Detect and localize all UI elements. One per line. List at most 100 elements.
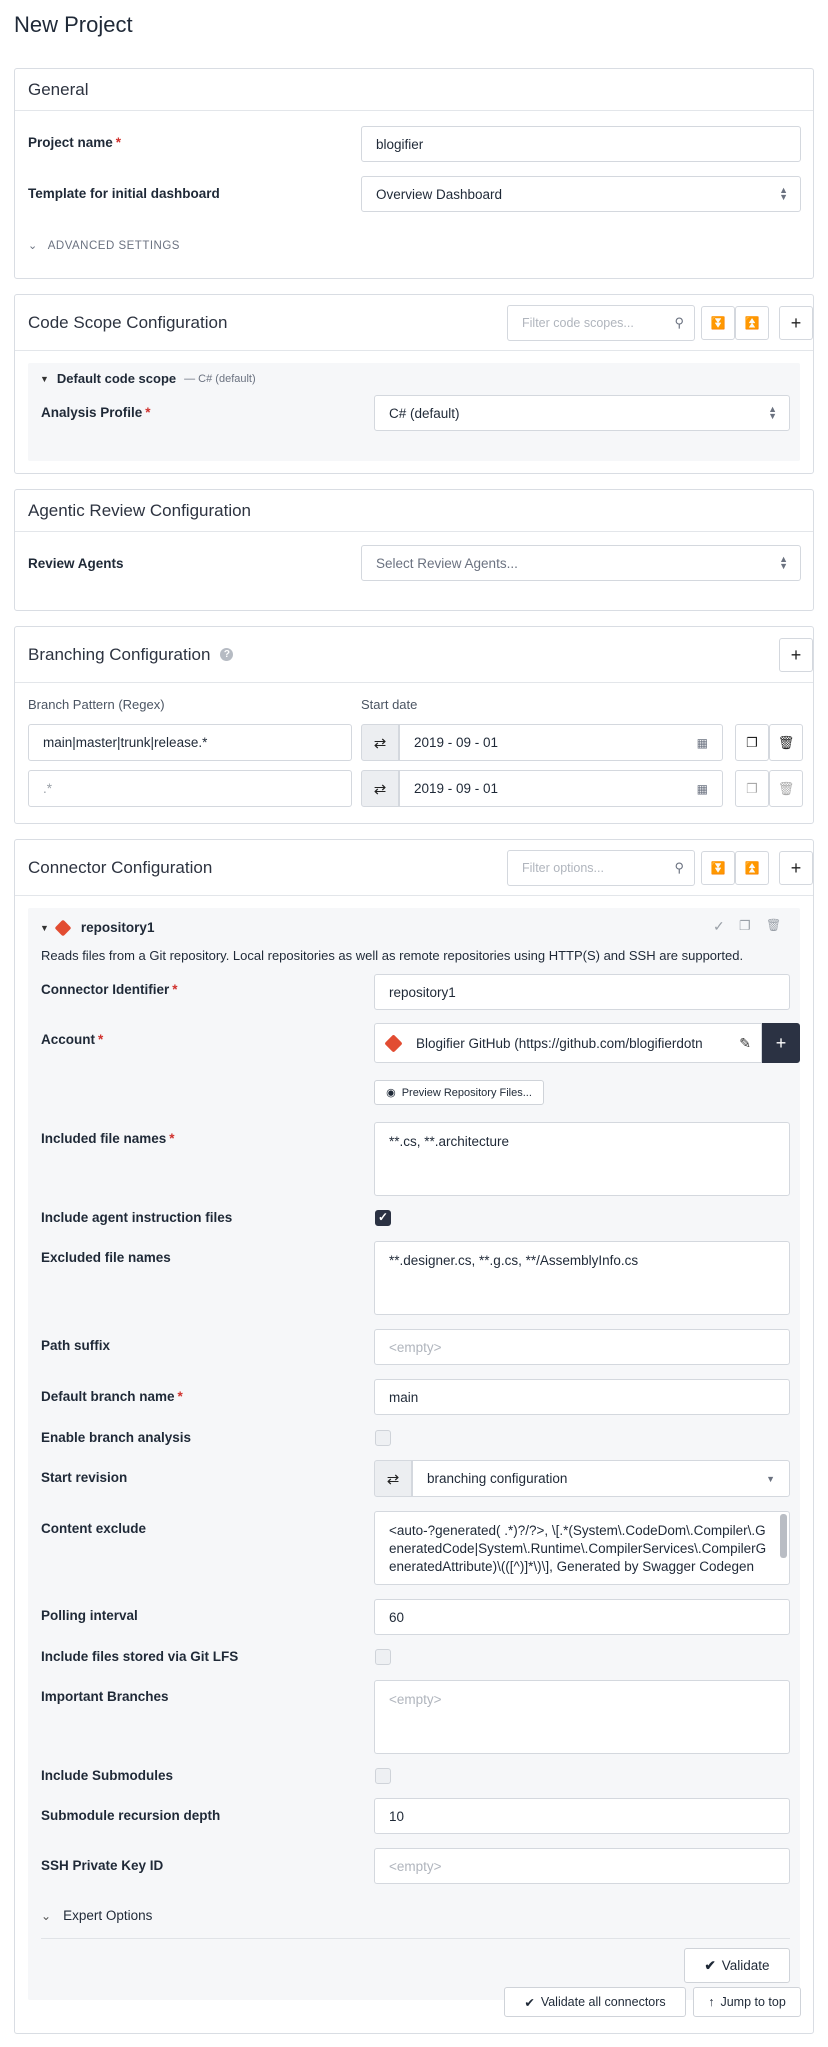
plus-icon: + bbox=[790, 312, 802, 333]
connector-panel: Connector Configuration Filter options..… bbox=[14, 839, 814, 2034]
identifier-input[interactable]: repository1 bbox=[374, 974, 790, 1010]
trash-icon[interactable]: 🗑 bbox=[766, 918, 781, 932]
template-select[interactable]: Overview Dashboard ▲ ▼ bbox=[361, 176, 801, 212]
swap-date-button[interactable]: ⇄ bbox=[361, 724, 399, 761]
validate-all-button[interactable]: ✔ Validate all connectors bbox=[504, 1987, 686, 2017]
agent-files-checkbox[interactable]: ✓ bbox=[375, 1210, 391, 1226]
git-lfs-checkbox[interactable] bbox=[375, 1649, 391, 1665]
default-branch-label: Default branch name bbox=[41, 1389, 175, 1404]
add-code-scope-button[interactable]: + bbox=[779, 306, 813, 340]
project-name-input[interactable]: blogifier bbox=[361, 126, 801, 162]
code-scope-filter[interactable]: Filter code scopes... ⚲ bbox=[507, 305, 695, 341]
add-branch-button[interactable]: + bbox=[779, 638, 813, 672]
expand-all-button[interactable]: ⏬ bbox=[701, 306, 735, 340]
copy-branch-button[interactable]: ❐ bbox=[735, 770, 769, 807]
search-icon: ⚲ bbox=[674, 315, 684, 330]
recursion-depth-label: Submodule recursion depth bbox=[41, 1808, 221, 1823]
start-revision-select[interactable]: branching configuration ▼ bbox=[412, 1460, 790, 1497]
connector-name: repository1 bbox=[80, 920, 155, 935]
ssh-key-label: SSH Private Key ID bbox=[41, 1858, 164, 1873]
caret-down-icon: ▼ bbox=[40, 373, 49, 384]
branch-analysis-label: Enable branch analysis bbox=[41, 1430, 192, 1445]
double-chevron-up-icon: ⏫ bbox=[744, 316, 760, 330]
branch-analysis-checkbox[interactable] bbox=[375, 1430, 391, 1446]
git-lfs-label: Include files stored via Git LFS bbox=[41, 1649, 239, 1664]
start-date-input[interactable]: 2019 - 09 - 01 ▦ bbox=[399, 770, 723, 807]
ssh-key-input[interactable]: <empty> bbox=[374, 1848, 790, 1884]
swap-icon: ⇄ bbox=[386, 1470, 400, 1488]
code-scope-hint: — C# (default) bbox=[184, 372, 256, 385]
caret-down-icon: ▼ bbox=[40, 922, 49, 933]
analysis-profile-select[interactable]: C# (default) ▲ ▼ bbox=[374, 395, 790, 431]
branch-pattern-input[interactable]: main|master|trunk|release.* bbox=[28, 724, 352, 761]
copy-branch-button[interactable]: ❐ bbox=[735, 724, 769, 761]
branch-pattern-input[interactable]: .* bbox=[28, 770, 352, 807]
review-agents-label: Review Agents bbox=[28, 556, 124, 571]
trash-icon: 🗑 bbox=[777, 734, 795, 750]
expand-all-button[interactable]: ⏬ bbox=[701, 851, 735, 885]
default-branch-input[interactable]: main bbox=[374, 1379, 790, 1415]
collapse-all-button[interactable]: ⏫ bbox=[735, 851, 769, 885]
expert-options-toggle[interactable]: ⌄ Expert Options bbox=[41, 1908, 152, 1923]
check-icon[interactable]: ✓ bbox=[713, 918, 725, 935]
start-date-input[interactable]: 2019 - 09 - 01 ▦ bbox=[399, 724, 723, 761]
agentic-header: Agentic Review Configuration bbox=[15, 490, 813, 532]
content-exclude-textarea[interactable]: <auto-?generated( .*)?/?>, \[.*(System\.… bbox=[374, 1511, 790, 1585]
trash-icon: 🗑 bbox=[777, 780, 795, 796]
delete-branch-button[interactable]: 🗑 bbox=[769, 770, 803, 807]
branching-panel: Branching Configuration? + Branch Patter… bbox=[14, 626, 814, 824]
arrow-up-icon: ↑ bbox=[708, 1995, 715, 2009]
textarea-scrollbar[interactable] bbox=[780, 1514, 787, 1558]
jump-to-top-button[interactable]: ↑ Jump to top bbox=[693, 1987, 801, 2017]
connector-filter[interactable]: Filter options... ⚲ bbox=[507, 850, 695, 886]
help-icon[interactable]: ? bbox=[220, 648, 234, 661]
included-files-label: Included file names bbox=[41, 1131, 167, 1146]
chevron-down-icon: ⌄ bbox=[41, 1908, 52, 1923]
submodules-checkbox[interactable] bbox=[375, 1768, 391, 1784]
git-icon bbox=[384, 1033, 403, 1053]
important-branches-textarea[interactable]: <empty> bbox=[374, 1680, 790, 1754]
required-marker: * bbox=[145, 405, 151, 420]
delete-branch-button[interactable]: 🗑 bbox=[769, 724, 803, 761]
content-exclude-label: Content exclude bbox=[41, 1521, 147, 1536]
connector-toggle[interactable]: ▼ repository1 bbox=[40, 919, 155, 936]
general-header: General bbox=[15, 69, 813, 111]
review-agents-select[interactable]: Select Review Agents... ▲ ▼ bbox=[361, 545, 801, 581]
chevron-down-icon: ⌄ bbox=[28, 240, 38, 252]
add-connector-button[interactable]: + bbox=[779, 851, 813, 885]
code-scope-panel: Code Scope Configuration Filter code sco… bbox=[14, 294, 814, 474]
identifier-label: Connector Identifier bbox=[41, 982, 170, 997]
collapse-all-button[interactable]: ⏫ bbox=[735, 306, 769, 340]
required-marker: * bbox=[115, 135, 122, 150]
recursion-depth-input[interactable]: 10 bbox=[374, 1798, 790, 1834]
polling-interval-input[interactable]: 60 bbox=[374, 1599, 790, 1635]
excluded-files-label: Excluded file names bbox=[41, 1250, 171, 1265]
excluded-files-textarea[interactable]: **.designer.cs, **.g.cs, **/AssemblyInfo… bbox=[374, 1241, 790, 1315]
pencil-icon[interactable]: ✎ bbox=[739, 1035, 751, 1052]
check-icon: ✔ bbox=[524, 1995, 535, 2010]
validate-button[interactable]: ✔ Validate bbox=[684, 1948, 790, 1983]
agentic-panel: Agentic Review Configuration Review Agen… bbox=[14, 489, 814, 611]
code-scope-item: ▼ Default code scope — C# (default) Analys… bbox=[28, 363, 800, 461]
start-revision-label: Start revision bbox=[41, 1470, 128, 1485]
preview-repository-button[interactable]: ◉ Preview Repository Files... bbox=[374, 1080, 544, 1105]
submodules-label: Include Submodules bbox=[41, 1768, 174, 1783]
start-date-column-label: Start date bbox=[361, 697, 418, 712]
included-files-textarea[interactable]: **.cs, **.architecture bbox=[374, 1122, 790, 1196]
swap-date-button[interactable]: ⇄ bbox=[361, 770, 399, 807]
copy-icon[interactable]: ❐ bbox=[739, 918, 751, 934]
branching-header: Branching Configuration? bbox=[15, 627, 813, 683]
page-title: New Project bbox=[14, 12, 133, 37]
account-label: Account bbox=[41, 1032, 95, 1047]
divider bbox=[41, 1938, 790, 1939]
path-suffix-input[interactable]: <empty> bbox=[374, 1329, 790, 1365]
account-field[interactable]: Blogifier GitHub (https://github.com/blo… bbox=[374, 1023, 762, 1063]
code-scope-toggle[interactable]: ▼ Default code scope — C# (default) bbox=[40, 371, 256, 386]
path-suffix-label: Path suffix bbox=[41, 1338, 111, 1353]
add-account-button[interactable]: + bbox=[762, 1023, 800, 1063]
advanced-settings-toggle[interactable]: ⌄ ADVANCED SETTINGS bbox=[28, 239, 180, 253]
start-revision-swap-button[interactable]: ⇄ bbox=[374, 1460, 412, 1497]
copy-icon: ❐ bbox=[746, 734, 758, 750]
plus-icon: + bbox=[790, 644, 802, 665]
check-icon: ✓ bbox=[378, 1210, 389, 1224]
